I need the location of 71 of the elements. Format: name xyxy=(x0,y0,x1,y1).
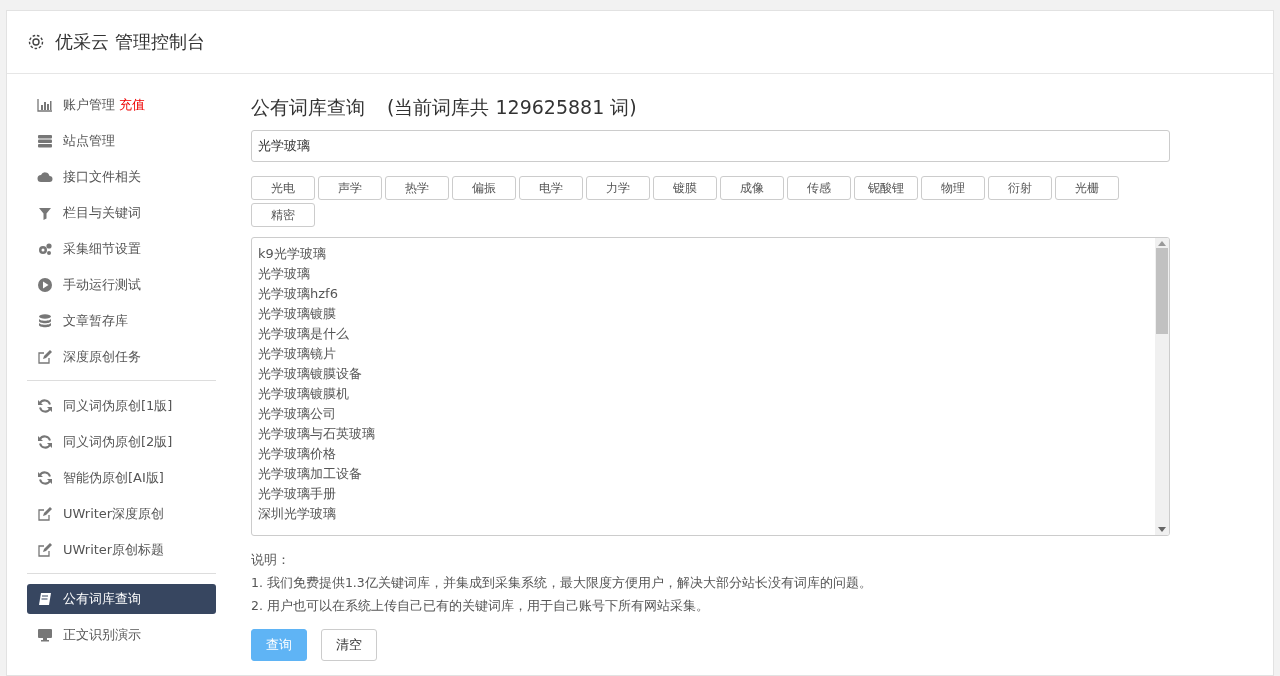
list-item[interactable]: k9光学玻璃 xyxy=(258,244,326,264)
filter-icon xyxy=(37,205,53,221)
play-icon xyxy=(37,277,53,293)
tag-button[interactable]: 衍射 xyxy=(988,176,1052,200)
gears-icon xyxy=(37,241,53,257)
sidebar-item[interactable]: 同义词伪原创[2版] xyxy=(27,427,216,457)
list-item[interactable]: 光学玻璃手册 xyxy=(258,484,336,504)
list-item[interactable]: 深圳光学玻璃 xyxy=(258,504,336,524)
sidebar-item[interactable]: 智能伪原创[AI版] xyxy=(27,463,216,493)
sidebar-item[interactable]: 正文识别演示 xyxy=(27,620,216,650)
scroll-up-icon[interactable] xyxy=(1158,241,1166,246)
tag-button[interactable]: 电学 xyxy=(519,176,583,200)
tag-button[interactable]: 声学 xyxy=(318,176,382,200)
console-title: 优采云 管理控制台 xyxy=(55,30,205,54)
database-icon xyxy=(37,313,53,329)
sidebar-item[interactable]: UWriter原创标题 xyxy=(27,535,216,565)
list-item[interactable]: 光学玻璃镀膜 xyxy=(258,304,336,324)
list-item[interactable]: 光学玻璃价格 xyxy=(258,444,336,464)
list-item[interactable]: 光学玻璃是什么 xyxy=(258,324,349,344)
sidebar-item[interactable]: 站点管理 xyxy=(27,126,216,156)
refresh-icon xyxy=(37,434,53,450)
sidebar-item[interactable]: 手动运行测试 xyxy=(27,270,216,300)
book-icon xyxy=(37,591,53,607)
bar-chart-icon xyxy=(37,97,53,113)
tag-button[interactable]: 力学 xyxy=(586,176,650,200)
settings-icon xyxy=(27,33,45,51)
tag-button[interactable]: 镀膜 xyxy=(653,176,717,200)
note-text: 说明： xyxy=(251,551,290,569)
clear-button[interactable]: 清空 xyxy=(321,629,377,661)
page-title: 公有词库查询 xyxy=(251,95,365,120)
tag-button[interactable]: 物理 xyxy=(921,176,985,200)
tag-button[interactable]: 偏振 xyxy=(452,176,516,200)
sidebar-item[interactable]: 同义词伪原创[1版] xyxy=(27,391,216,421)
word-count-note: (当前词库共 129625881 词) xyxy=(387,95,637,120)
edit-icon xyxy=(37,506,53,522)
list-item[interactable]: 光学玻璃镀膜设备 xyxy=(258,364,362,384)
server-icon xyxy=(37,133,53,149)
list-item[interactable]: 光学玻璃公司 xyxy=(258,404,336,424)
tag-button[interactable]: 成像 xyxy=(720,176,784,200)
list-item[interactable]: 光学玻璃镜片 xyxy=(258,344,336,364)
tag-button[interactable]: 热学 xyxy=(385,176,449,200)
note-text: 2. 用户也可以在系统上传自己已有的关键词库，用于自己账号下所有网站采集。 xyxy=(251,597,709,615)
list-item[interactable]: 光学玻璃加工设备 xyxy=(258,464,362,484)
edit-icon xyxy=(37,349,53,365)
sidebar-item[interactable]: 文章暂存库 xyxy=(27,306,216,336)
sidebar-item[interactable]: 深度原创任务 xyxy=(27,342,216,372)
sidebar-item[interactable]: 接口文件相关 xyxy=(27,162,216,192)
note-text: 1. 我们免费提供1.3亿关键词库，并集成到采集系统，最大限度方便用户，解决大部分站长没有词库的问题。 xyxy=(251,574,872,592)
recharge-link[interactable]: 充值 xyxy=(119,96,145,114)
list-item[interactable]: 光学玻璃与石英玻璃 xyxy=(258,424,375,444)
scroll-down-icon[interactable] xyxy=(1158,527,1166,532)
tag-button[interactable]: 铌酸锂 xyxy=(854,176,918,200)
list-item[interactable]: 光学玻璃hzf6 xyxy=(258,284,338,304)
search-field[interactable]: 光学玻璃 xyxy=(251,130,1170,162)
monitor-icon xyxy=(37,627,53,643)
tag-button[interactable]: 光栅 xyxy=(1055,176,1119,200)
sidebar-item[interactable]: 栏目与关键词 xyxy=(27,198,216,228)
sidebar-item[interactable]: 公有词库查询 xyxy=(27,584,216,614)
edit-icon xyxy=(37,542,53,558)
sidebar-item[interactable]: UWriter深度原创 xyxy=(27,499,216,529)
sidebar-item[interactable]: 账户管理 充值 xyxy=(27,90,216,120)
tag-button[interactable]: 精密 xyxy=(251,203,315,227)
refresh-icon xyxy=(37,398,53,414)
scrollbar[interactable] xyxy=(1155,238,1169,535)
tag-button[interactable]: 光电 xyxy=(251,176,315,200)
cloud-icon xyxy=(37,169,53,185)
list-item[interactable]: 光学玻璃 xyxy=(258,264,310,284)
list-item[interactable]: 光学玻璃镀膜机 xyxy=(258,384,349,404)
refresh-icon xyxy=(37,470,53,486)
tag-button[interactable]: 传感 xyxy=(787,176,851,200)
sidebar-item[interactable]: 采集细节设置 xyxy=(27,234,216,264)
